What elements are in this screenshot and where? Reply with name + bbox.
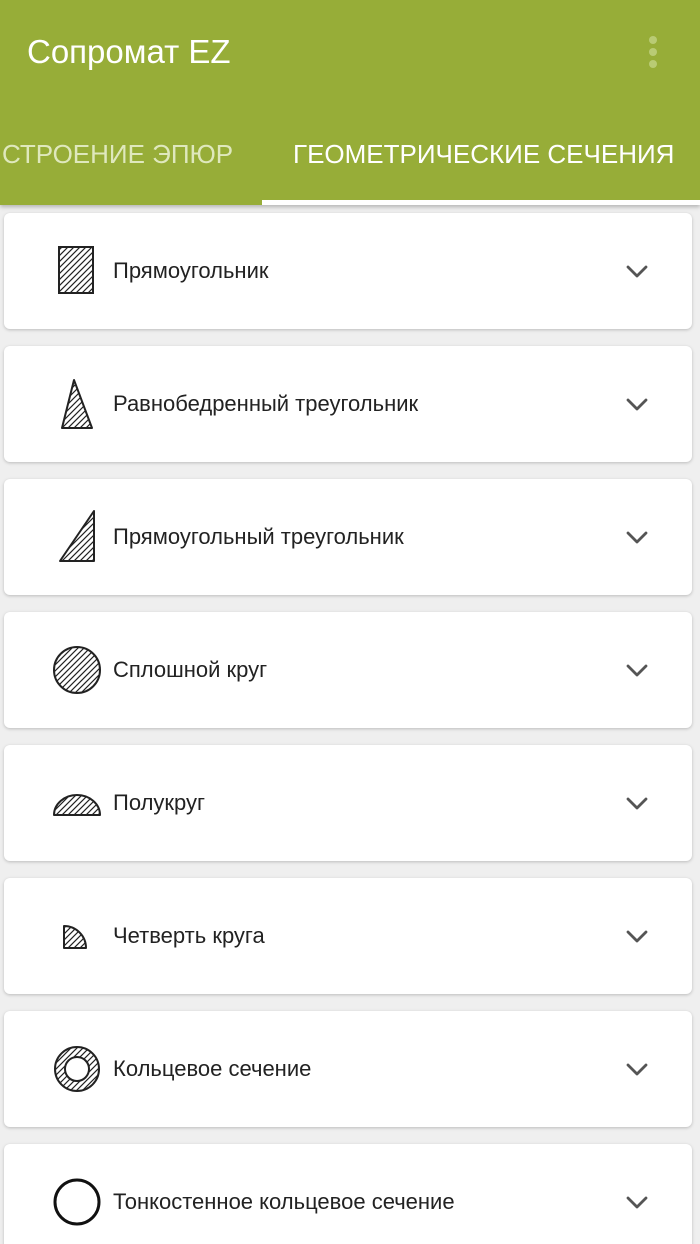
more-vert-icon[interactable]: [636, 28, 670, 76]
chevron-down-icon[interactable]: [622, 257, 652, 287]
chevron-down-icon[interactable]: [622, 523, 652, 553]
thin-ring-icon: [53, 1178, 101, 1226]
hatched-semicircle-icon: [53, 794, 101, 816]
hatched-circle-icon: [53, 646, 101, 694]
tab-epur-construction[interactable]: СТРОЕНИЕ ЭПЮР: [0, 128, 262, 205]
section-card-rectangle[interactable]: Прямоугольник: [4, 213, 692, 329]
section-label: Полукруг: [113, 790, 206, 815]
section-card-quarter-circle[interactable]: Четверть круга: [4, 878, 692, 994]
section-label: Прямоугольник: [113, 258, 269, 283]
hatched-annulus-icon: [54, 1046, 100, 1092]
app-bar: Сопромат EZ СТРОЕНИЕ ЭПЮР ГЕОМЕТРИЧЕСКИЕ…: [0, 0, 700, 205]
chevron-down-icon[interactable]: [622, 1055, 652, 1085]
hatched-rectangle-icon: [58, 246, 94, 294]
tab-geometric-sections[interactable]: ГЕОМЕТРИЧЕСКИЕ СЕЧЕНИЯ: [262, 128, 700, 205]
chevron-down-icon[interactable]: [622, 1188, 652, 1218]
tab-label: ГЕОМЕТРИЧЕСКИЕ СЕЧЕНИЯ: [293, 139, 675, 169]
section-card-thin-ring[interactable]: Тонкостенное кольцевое сечение: [4, 1144, 692, 1244]
section-label: Прямоугольный треугольник: [113, 524, 404, 549]
section-card-solid-circle[interactable]: Сплошной круг: [4, 612, 692, 728]
chevron-down-icon[interactable]: [622, 789, 652, 819]
hatched-isosceles-triangle-icon: [61, 379, 93, 429]
section-label: Тонкостенное кольцевое сечение: [113, 1189, 455, 1214]
section-card-isosceles-triangle[interactable]: Равнобедренный треугольник: [4, 346, 692, 462]
active-tab-indicator: [262, 200, 700, 205]
section-card-semicircle[interactable]: Полукруг: [4, 745, 692, 861]
hatched-quarter-circle-icon: [63, 925, 87, 949]
sections-list[interactable]: Прямоугольник Равнобедренный треугольник…: [0, 205, 700, 1244]
tab-label: СТРОЕНИЕ ЭПЮР: [2, 139, 234, 169]
chevron-down-icon[interactable]: [622, 922, 652, 952]
section-label: Кольцевое сечение: [113, 1056, 312, 1081]
app-title: Сопромат EZ: [27, 33, 231, 70]
section-label: Четверть круга: [113, 923, 265, 948]
section-card-annulus[interactable]: Кольцевое сечение: [4, 1011, 692, 1127]
section-card-right-triangle[interactable]: Прямоугольный треугольник: [4, 479, 692, 595]
hatched-right-triangle-icon: [59, 510, 95, 562]
section-label: Равнобедренный треугольник: [113, 391, 419, 416]
chevron-down-icon[interactable]: [622, 656, 652, 686]
chevron-down-icon[interactable]: [622, 390, 652, 420]
section-label: Сплошной круг: [113, 657, 268, 682]
